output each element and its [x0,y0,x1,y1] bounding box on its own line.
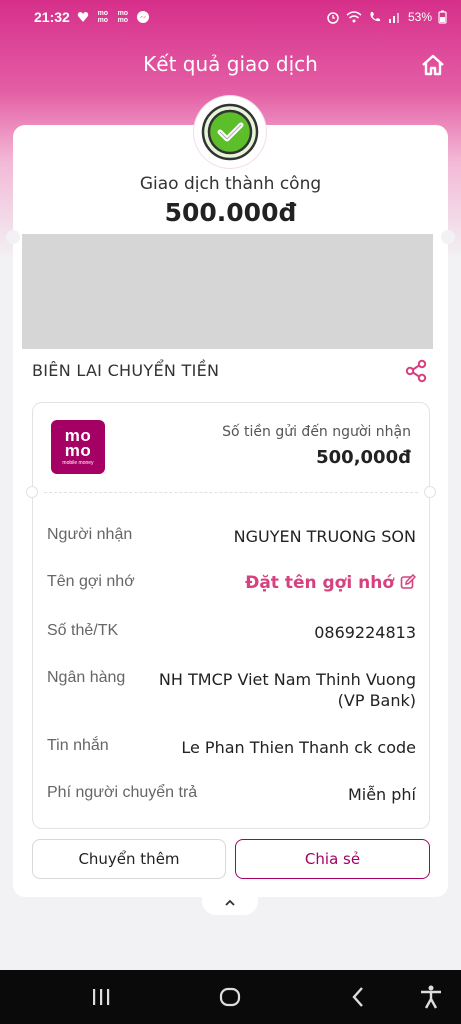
card-notch-right [441,230,455,244]
success-check-icon [201,103,259,161]
bank-name: NH TMCP Viet Nam Thinh Vuong (VP Bank) [158,670,416,710]
messenger-icon [136,11,149,23]
sent-amount-value: 500,000đ [316,447,411,468]
row-label: Phí người chuyển trả [47,784,198,801]
status-left: 21:32 mo mo mo mo [34,9,150,25]
battery-text: 53% [407,10,432,24]
call-icon [370,12,380,22]
row-label: Số thẻ/TK [47,622,119,639]
back-icon[interactable] [346,984,372,1010]
chevron-up-icon[interactable] [224,898,236,908]
collapse-toggle[interactable] [202,893,258,915]
alarm-icon [327,12,339,24]
system-nav-bar [0,970,461,1024]
transaction-status: Giao dịch thành công [139,174,322,194]
row-label: Ngân hàng [47,669,126,686]
transaction-amount: 500.000đ [164,198,297,227]
status-right: 53% [326,10,447,24]
fee-value: Miễn phí [347,785,416,804]
recent-apps-icon[interactable] [88,984,114,1010]
edit-icon[interactable] [400,574,416,590]
account-number: 0869224813 [314,623,416,642]
signal-icon [388,13,399,23]
row-label: Người nhận [47,526,133,543]
sent-amount-label: Số tiền gửi đến người nhận [222,424,411,440]
redacted-area [22,234,433,349]
home-icon[interactable] [421,54,445,76]
wifi-icon [346,11,362,23]
momo-notification-icon: mo mo [97,10,109,24]
status-time: 21:32 [34,9,70,25]
share-icon[interactable] [403,358,429,384]
receipt-divider [44,492,418,493]
momo-logo: mo mo mobile money [51,420,105,474]
status-bar: 21:32 mo mo mo mo 53% [0,0,461,34]
heart-shield-icon [77,12,89,22]
accessibility-icon[interactable] [418,984,444,1010]
receipt-notch-left [26,486,38,498]
transfer-more-button[interactable]: Chuyển thêm [32,839,226,879]
receipt-section-title: BIÊN LAI CHUYỂN TIỀN [32,361,220,380]
page-title: Kết quả giao dịch [143,52,318,76]
set-nickname-link[interactable]: Đặt tên gợi nhớ [245,573,416,594]
row-label: Tên gợi nhớ [47,573,135,590]
row-label: Tin nhắn [47,737,109,754]
momo-notification-icon-2: mo mo [117,10,129,24]
recipient-name: NGUYEN TRUONG SON [233,527,416,546]
receipt-notch-right [424,486,436,498]
home-nav-icon[interactable] [217,984,243,1010]
share-button[interactable]: Chia sẻ [235,839,430,879]
battery-icon [438,10,447,24]
card-notch-left [6,230,20,244]
message-text: Le Phan Thien Thanh ck code [181,738,416,757]
success-badge [194,96,266,168]
